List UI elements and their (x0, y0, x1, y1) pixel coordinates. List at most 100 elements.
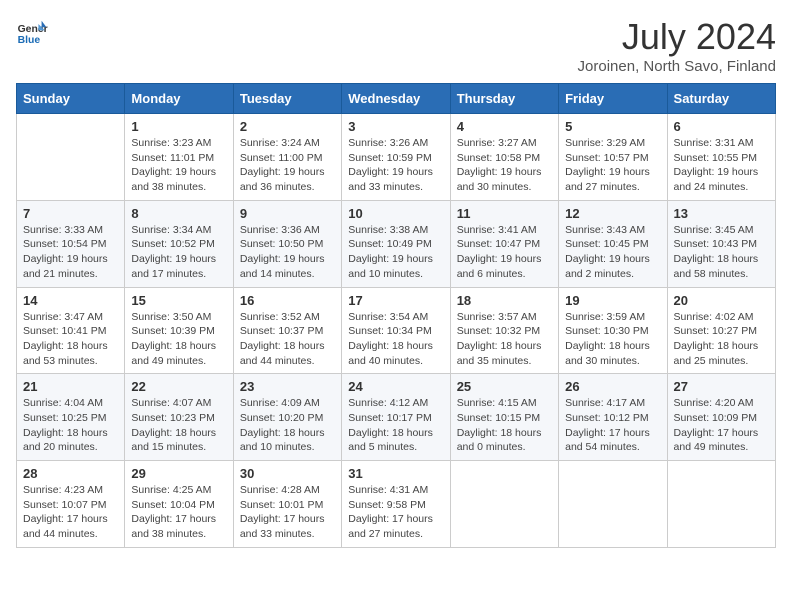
weekday-header-thursday: Thursday (450, 84, 558, 114)
weekday-header-wednesday: Wednesday (342, 84, 450, 114)
day-number: 28 (23, 466, 118, 481)
day-info: Sunrise: 4:25 AMSunset: 10:04 PMDaylight… (131, 483, 226, 542)
day-number: 20 (674, 293, 769, 308)
day-number: 6 (674, 119, 769, 134)
day-number: 7 (23, 206, 118, 221)
weekday-header-row: SundayMondayTuesdayWednesdayThursdayFrid… (17, 84, 776, 114)
day-number: 31 (348, 466, 443, 481)
day-number: 2 (240, 119, 335, 134)
day-info: Sunrise: 4:15 AMSunset: 10:15 PMDaylight… (457, 396, 552, 455)
day-number: 16 (240, 293, 335, 308)
day-number: 3 (348, 119, 443, 134)
day-info: Sunrise: 4:12 AMSunset: 10:17 PMDaylight… (348, 396, 443, 455)
calendar-cell: 8 Sunrise: 3:34 AMSunset: 10:52 PMDayligh… (125, 200, 233, 287)
calendar-table: SundayMondayTuesdayWednesdayThursdayFrid… (16, 83, 776, 548)
calendar-cell: 12 Sunrise: 3:43 AMSunset: 10:45 PMDaylig… (559, 200, 667, 287)
page-header: General Blue July 2024 Joroinen, North S… (16, 16, 776, 75)
day-number: 27 (674, 379, 769, 394)
calendar-cell: 9Sunrise: 3:36 AMSunset: 10:50 PMDayligh… (233, 200, 341, 287)
calendar-cell: 23 Sunrise: 4:09 AMSunset: 10:20 PMDaylig… (233, 374, 341, 461)
calendar-cell: 1 Sunrise: 3:23 AMSunset: 11:01 PMDayligh… (125, 114, 233, 201)
day-number: 1 (131, 119, 226, 134)
calendar-week-row: 1 Sunrise: 3:23 AMSunset: 11:01 PMDayligh… (17, 114, 776, 201)
logo-icon: General Blue (16, 16, 48, 48)
calendar-cell: 27 Sunrise: 4:20 AMSunset: 10:09 PMDaylig… (667, 374, 775, 461)
calendar-cell: 4 Sunrise: 3:27 AMSunset: 10:58 PMDayligh… (450, 114, 558, 201)
day-number: 17 (348, 293, 443, 308)
weekday-header-tuesday: Tuesday (233, 84, 341, 114)
calendar-cell: 6Sunrise: 3:31 AMSunset: 10:55 PMDayligh… (667, 114, 775, 201)
svg-text:Blue: Blue (18, 35, 41, 46)
day-number: 15 (131, 293, 226, 308)
calendar-cell (17, 114, 125, 201)
calendar-cell: 15Sunrise: 3:50 AMSunset: 10:39 PMDaylig… (125, 287, 233, 374)
day-info: Sunrise: 4:20 AMSunset: 10:09 PMDaylight… (674, 396, 769, 455)
weekday-header-monday: Monday (125, 84, 233, 114)
day-number: 13 (674, 206, 769, 221)
calendar-cell: 10 Sunrise: 3:38 AMSunset: 10:49 PMDaylig… (342, 200, 450, 287)
day-info: Sunrise: 4:07 AMSunset: 10:23 PMDaylight… (131, 396, 226, 455)
weekday-header-sunday: Sunday (17, 84, 125, 114)
day-info: Sunrise: 3:23 AMSunset: 11:01 PMDaylight… (131, 136, 226, 195)
day-info: Sunrise: 3:47 AMSunset: 10:41 PMDaylight… (23, 310, 118, 369)
day-info: Sunrise: 3:33 AMSunset: 10:54 PMDaylight… (23, 223, 118, 282)
day-number: 10 (348, 206, 443, 221)
calendar-cell: 26Sunrise: 4:17 AMSunset: 10:12 PMDaylig… (559, 374, 667, 461)
day-info: Sunrise: 3:41 AMSunset: 10:47 PMDaylight… (457, 223, 552, 282)
calendar-cell: 18Sunrise: 3:57 AMSunset: 10:32 PMDaylig… (450, 287, 558, 374)
day-number: 19 (565, 293, 660, 308)
day-number: 22 (131, 379, 226, 394)
day-number: 21 (23, 379, 118, 394)
day-info: Sunrise: 3:43 AMSunset: 10:45 PMDaylight… (565, 223, 660, 282)
day-number: 5 (565, 119, 660, 134)
calendar-cell: 28Sunrise: 4:23 AMSunset: 10:07 PMDaylig… (17, 461, 125, 548)
day-info: Sunrise: 3:27 AMSunset: 10:58 PMDaylight… (457, 136, 552, 195)
day-number: 11 (457, 206, 552, 221)
calendar-cell: 25 Sunrise: 4:15 AMSunset: 10:15 PMDaylig… (450, 374, 558, 461)
day-info: Sunrise: 3:45 AMSunset: 10:43 PMDaylight… (674, 223, 769, 282)
day-info: Sunrise: 3:34 AMSunset: 10:52 PMDaylight… (131, 223, 226, 282)
location-subtitle: Joroinen, North Savo, Finland (578, 58, 776, 75)
calendar-cell: 19 Sunrise: 3:59 AMSunset: 10:30 PMDaylig… (559, 287, 667, 374)
day-number: 12 (565, 206, 660, 221)
calendar-cell: 7 Sunrise: 3:33 AMSunset: 10:54 PMDayligh… (17, 200, 125, 287)
day-number: 30 (240, 466, 335, 481)
day-info: Sunrise: 3:24 AMSunset: 11:00 PMDaylight… (240, 136, 335, 195)
day-info: Sunrise: 3:54 AMSunset: 10:34 PMDaylight… (348, 310, 443, 369)
day-number: 9 (240, 206, 335, 221)
day-info: Sunrise: 4:04 AMSunset: 10:25 PMDaylight… (23, 396, 118, 455)
day-number: 4 (457, 119, 552, 134)
calendar-week-row: 14 Sunrise: 3:47 AMSunset: 10:41 PMDaylig… (17, 287, 776, 374)
day-info: Sunrise: 4:28 AMSunset: 10:01 PMDaylight… (240, 483, 335, 542)
calendar-cell: 16 Sunrise: 3:52 AMSunset: 10:37 PMDaylig… (233, 287, 341, 374)
day-number: 25 (457, 379, 552, 394)
calendar-cell: 29 Sunrise: 4:25 AMSunset: 10:04 PMDaylig… (125, 461, 233, 548)
title-block: July 2024 Joroinen, North Savo, Finland (578, 16, 776, 75)
calendar-week-row: 28Sunrise: 4:23 AMSunset: 10:07 PMDaylig… (17, 461, 776, 548)
day-info: Sunrise: 3:38 AMSunset: 10:49 PMDaylight… (348, 223, 443, 282)
calendar-cell: 5Sunrise: 3:29 AMSunset: 10:57 PMDayligh… (559, 114, 667, 201)
day-number: 14 (23, 293, 118, 308)
day-info: Sunrise: 3:52 AMSunset: 10:37 PMDaylight… (240, 310, 335, 369)
calendar-week-row: 7 Sunrise: 3:33 AMSunset: 10:54 PMDayligh… (17, 200, 776, 287)
day-info: Sunrise: 4:02 AMSunset: 10:27 PMDaylight… (674, 310, 769, 369)
calendar-cell: 24 Sunrise: 4:12 AMSunset: 10:17 PMDaylig… (342, 374, 450, 461)
calendar-cell: 31Sunrise: 4:31 AMSunset: 9:58 PMDayligh… (342, 461, 450, 548)
calendar-cell: 3 Sunrise: 3:26 AMSunset: 10:59 PMDayligh… (342, 114, 450, 201)
calendar-cell: 22 Sunrise: 4:07 AMSunset: 10:23 PMDaylig… (125, 374, 233, 461)
weekday-header-saturday: Saturday (667, 84, 775, 114)
calendar-cell: 2 Sunrise: 3:24 AMSunset: 11:00 PMDayligh… (233, 114, 341, 201)
calendar-cell: 20 Sunrise: 4:02 AMSunset: 10:27 PMDaylig… (667, 287, 775, 374)
day-number: 23 (240, 379, 335, 394)
calendar-cell (450, 461, 558, 548)
day-info: Sunrise: 3:59 AMSunset: 10:30 PMDaylight… (565, 310, 660, 369)
day-info: Sunrise: 4:17 AMSunset: 10:12 PMDaylight… (565, 396, 660, 455)
day-number: 29 (131, 466, 226, 481)
calendar-cell: 13 Sunrise: 3:45 AMSunset: 10:43 PMDaylig… (667, 200, 775, 287)
day-info: Sunrise: 3:57 AMSunset: 10:32 PMDaylight… (457, 310, 552, 369)
day-number: 24 (348, 379, 443, 394)
day-info: Sunrise: 4:09 AMSunset: 10:20 PMDaylight… (240, 396, 335, 455)
day-info: Sunrise: 3:26 AMSunset: 10:59 PMDaylight… (348, 136, 443, 195)
calendar-cell: 17 Sunrise: 3:54 AMSunset: 10:34 PMDaylig… (342, 287, 450, 374)
day-number: 8 (131, 206, 226, 221)
